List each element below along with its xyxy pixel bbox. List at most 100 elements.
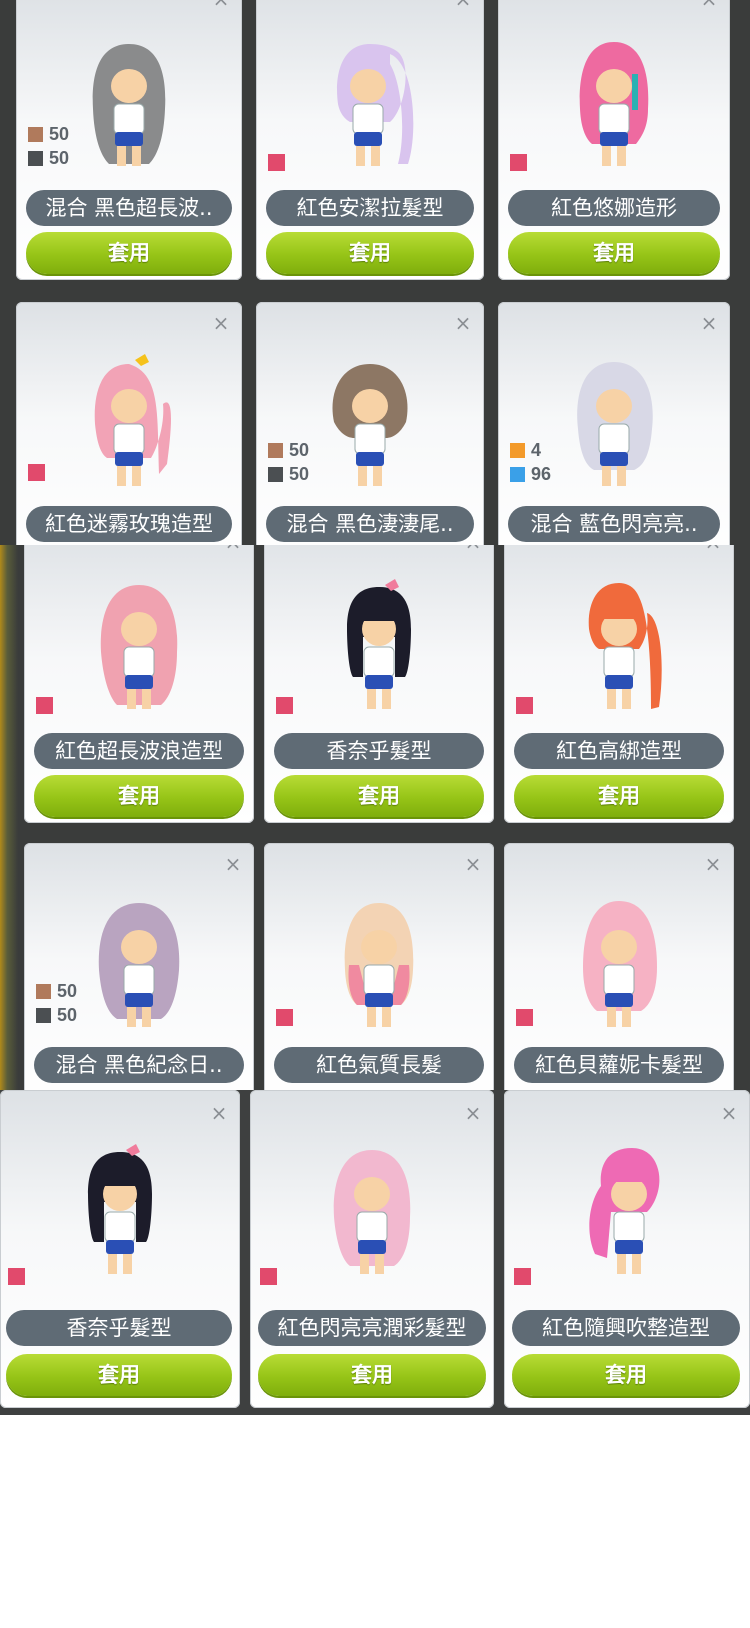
- color-swatch: [28, 126, 43, 142]
- apply-button[interactable]: 套用: [508, 232, 720, 274]
- color-marker: [8, 1268, 25, 1285]
- hair-card: × 紅色閃亮亮潤彩髮型 套用: [250, 1090, 494, 1408]
- color-marker: [276, 697, 293, 714]
- hair-grid-strip-1: × 50 50 混合 黑色超長波.. 套用 ×: [0, 0, 750, 545]
- hair-card: × 4 96 混合 藍色閃亮亮..: [498, 302, 730, 545]
- hair-card: × 50 50 混合 黑色淒淒尾..: [256, 302, 484, 545]
- character-avatar: [588, 583, 662, 709]
- hair-name-label: 香奈乎髮型: [6, 1310, 232, 1346]
- character-avatar: [344, 903, 414, 1027]
- close-icon[interactable]: ×: [700, 0, 718, 9]
- close-icon[interactable]: ×: [464, 1103, 482, 1123]
- color-mix-swatches: 50 50: [268, 438, 309, 486]
- apply-button[interactable]: 套用: [34, 775, 244, 817]
- hair-card: × 香奈乎髮型 套用: [264, 545, 494, 823]
- color-swatch: [510, 466, 525, 482]
- close-icon[interactable]: ×: [704, 545, 722, 552]
- hair-name-label: 紅色悠娜造形: [508, 190, 720, 226]
- mix-percent: 50: [49, 147, 70, 168]
- color-swatch: [28, 150, 43, 166]
- hair-name-label: 混合 黑色紀念日..: [34, 1047, 244, 1083]
- close-icon[interactable]: ×: [224, 545, 242, 552]
- color-mix-swatches: 50 50: [36, 979, 77, 1027]
- hair-card: × 50 50 混合 黑色超長波.. 套用: [16, 0, 242, 280]
- close-icon[interactable]: ×: [454, 0, 472, 9]
- hair-name-label: 紅色貝蘿妮卡髮型: [514, 1047, 724, 1083]
- close-icon[interactable]: ×: [720, 1103, 738, 1123]
- mix-percent: 50: [289, 439, 310, 460]
- apply-button[interactable]: 套用: [274, 775, 484, 817]
- color-marker: [510, 154, 527, 171]
- character-avatar: [100, 585, 178, 709]
- close-icon[interactable]: ×: [224, 854, 242, 874]
- character-avatar: [337, 44, 414, 166]
- hair-name-label: 紅色安潔拉髮型: [266, 190, 474, 226]
- background-edge: [0, 545, 18, 1090]
- character-avatar: [333, 1150, 411, 1274]
- hair-name-label: 紅色高綁造型: [514, 733, 724, 769]
- close-icon[interactable]: ×: [700, 313, 718, 333]
- mix-percent: 50: [289, 463, 310, 484]
- color-marker: [276, 1009, 293, 1026]
- character-avatar: [92, 44, 166, 166]
- mix-percent: 50: [57, 1004, 78, 1025]
- hair-name-label: 混合 黑色超長波..: [26, 190, 232, 226]
- hair-card: × 紅色迷霧玫瑰造型: [16, 302, 242, 545]
- color-swatch: [268, 466, 283, 482]
- close-icon[interactable]: ×: [704, 854, 722, 874]
- close-icon[interactable]: ×: [210, 1103, 228, 1123]
- color-swatch: [268, 442, 283, 458]
- color-marker: [36, 697, 53, 714]
- mix-percent: 50: [49, 123, 70, 144]
- hair-grid-strip-3: × 香奈乎髮型 套用 × 紅色閃亮亮潤彩髮型 套用 × 紅色隨興吹整造型 套用: [0, 1090, 750, 1415]
- hair-card: × 紅色安潔拉髮型 套用: [256, 0, 484, 280]
- hair-card: × 紅色悠娜造形 套用: [498, 0, 730, 280]
- color-marker: [268, 154, 285, 171]
- hair-card: × 紅色隨興吹整造型 套用: [504, 1090, 750, 1408]
- character-avatar: [88, 1144, 152, 1274]
- hair-card: × 香奈乎髮型 套用: [0, 1090, 240, 1408]
- apply-button[interactable]: 套用: [514, 775, 724, 817]
- close-icon[interactable]: ×: [464, 854, 482, 874]
- color-swatch: [36, 1007, 51, 1023]
- close-icon[interactable]: ×: [212, 313, 230, 333]
- close-icon[interactable]: ×: [454, 313, 472, 333]
- mix-percent: 4: [531, 439, 542, 460]
- apply-button[interactable]: 套用: [26, 232, 232, 274]
- apply-button[interactable]: 套用: [512, 1354, 740, 1396]
- character-avatar: [347, 579, 411, 709]
- color-swatch: [510, 442, 525, 458]
- hair-name-label: 香奈乎髮型: [274, 733, 484, 769]
- mix-percent: 50: [57, 980, 78, 1001]
- color-swatch: [36, 983, 51, 999]
- hair-name-label: 混合 黑色淒淒尾..: [266, 506, 474, 542]
- color-marker: [28, 464, 45, 481]
- close-icon[interactable]: ×: [212, 0, 230, 9]
- hair-name-label: 紅色迷霧玫瑰造型: [26, 506, 232, 542]
- character-avatar: [589, 1148, 660, 1274]
- hair-name-label: 混合 藍色閃亮亮..: [508, 506, 720, 542]
- hair-card: × 50 50 混合 黑色紀念日..: [24, 843, 254, 1090]
- character-avatar: [98, 903, 180, 1027]
- hair-name-label: 紅色氣質長髮: [274, 1047, 484, 1083]
- hair-name-label: 紅色超長波浪造型: [34, 733, 244, 769]
- close-icon[interactable]: ×: [464, 545, 482, 552]
- hair-grid-strip-2: × 紅色超長波浪造型 套用 ×: [0, 545, 750, 1090]
- hair-name-label: 紅色隨興吹整造型: [512, 1310, 740, 1346]
- color-marker: [516, 697, 533, 714]
- hair-card: × 紅色氣質長髮: [264, 843, 494, 1090]
- character-avatar: [579, 42, 649, 166]
- character-avatar: [94, 354, 171, 486]
- apply-button[interactable]: 套用: [266, 232, 474, 274]
- color-marker: [260, 1268, 277, 1285]
- color-mix-swatches: 4 96: [510, 438, 551, 486]
- character-avatar: [583, 901, 657, 1027]
- color-marker: [516, 1009, 533, 1026]
- color-mix-swatches: 50 50: [28, 122, 69, 170]
- character-avatar: [332, 364, 408, 486]
- apply-button[interactable]: 套用: [258, 1354, 486, 1396]
- apply-button[interactable]: 套用: [6, 1354, 232, 1396]
- hair-card: × 紅色貝蘿妮卡髮型: [504, 843, 734, 1090]
- hair-name-label: 紅色閃亮亮潤彩髮型: [258, 1310, 486, 1346]
- character-avatar: [577, 362, 653, 486]
